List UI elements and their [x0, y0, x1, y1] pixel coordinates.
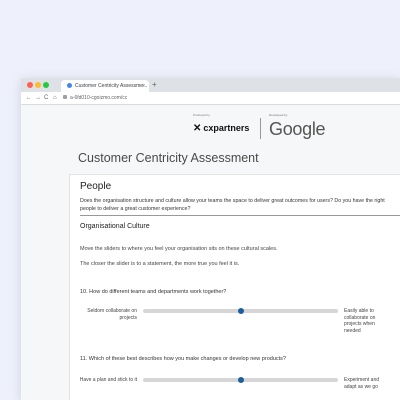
section-divider — [80, 215, 400, 216]
lock-icon — [63, 95, 67, 99]
slider-thumb[interactable] — [237, 308, 244, 314]
logo-divider — [260, 118, 261, 139]
browser-tab-bar: Customer Centricity Assessme... × + — [21, 78, 400, 92]
slider-track[interactable] — [143, 377, 338, 383]
new-tab-button[interactable]: + — [152, 79, 157, 91]
cxpartners-logo: ✕ cxpartners — [193, 123, 249, 134]
developed-by-label: Developed by — [269, 113, 288, 117]
tab-title: Customer Centricity Assessme... — [75, 83, 148, 89]
minimize-window-button[interactable] — [35, 82, 41, 88]
browser-window: Customer Centricity Assessme... × + ← → … — [21, 78, 400, 400]
subsection-title: Organisational Culture — [80, 223, 150, 230]
section-title: People — [80, 181, 112, 192]
url-field[interactable]: a-6fd010-cgoizmo.com/cc — [63, 94, 127, 102]
home-icon[interactable]: ⌂ — [53, 93, 57, 103]
instruction-text: Move the sliders to where you feel your … — [80, 246, 278, 252]
question-label: 11. Which of these best describes how yo… — [80, 356, 286, 362]
partner-logos: Produced by Developed by ✕ cxpartners Goo… — [193, 113, 353, 139]
cx-mark-icon: ✕ — [193, 123, 202, 134]
slider-right-statement: Experiment and adapt as we go — [344, 377, 380, 390]
slider-left-statement: Have a plan and stick to it — [79, 377, 137, 383]
address-bar: ← → C ⌂ a-6fd010-cgoizmo.com/cc — [21, 92, 400, 105]
cxpartners-name: cxpartners — [203, 123, 250, 133]
page-title: Customer Centricity Assessment — [78, 151, 259, 165]
close-tab-icon[interactable]: × — [142, 80, 145, 92]
back-icon[interactable]: ← — [26, 93, 32, 103]
assessment-card: People Does the organisation structure a… — [69, 174, 400, 400]
forward-icon[interactable]: → — [35, 93, 41, 103]
reload-icon[interactable]: C — [44, 93, 48, 103]
slider-right-statement: Easily able to collaborate on projects w… — [344, 308, 376, 334]
browser-tab[interactable]: Customer Centricity Assessme... × — [61, 80, 149, 92]
page-content: Produced by Developed by ✕ cxpartners Goo… — [21, 105, 400, 400]
question-label: 10. How do different teams and departmen… — [80, 289, 227, 295]
slider-thumb[interactable] — [237, 377, 244, 383]
slider-track[interactable] — [143, 308, 338, 314]
google-logo: Google — [269, 119, 326, 139]
instruction-text: The closer the slider is to a statement,… — [80, 261, 240, 267]
slider-left-statement: Seldom collaborate on projects — [87, 308, 137, 321]
close-window-button[interactable] — [27, 82, 33, 88]
url-text: a-6fd010-cgoizmo.com/cc — [70, 95, 128, 101]
section-description: Does the organisation structure and cult… — [80, 198, 385, 212]
maximize-window-button[interactable] — [43, 82, 49, 88]
produced-by-label: Produced by — [193, 113, 210, 117]
favicon-icon — [67, 83, 72, 88]
